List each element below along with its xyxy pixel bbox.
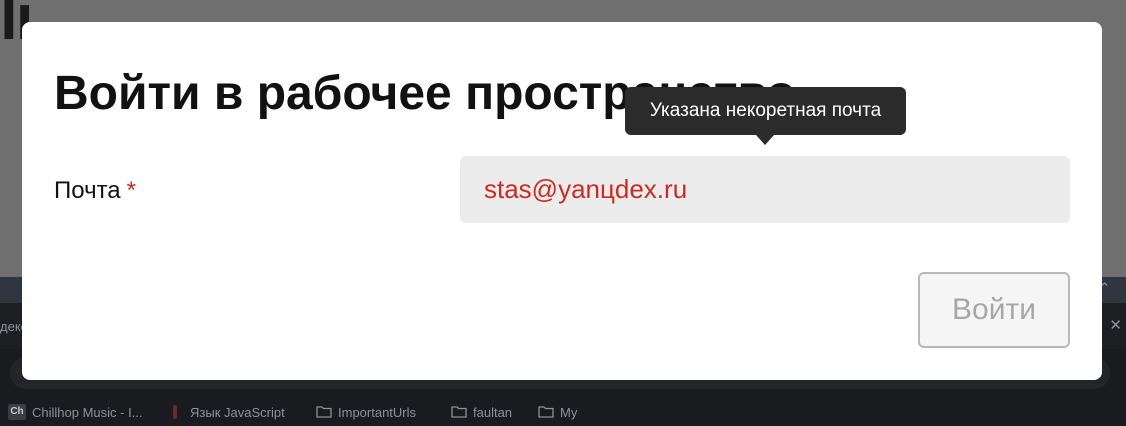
javascript-favicon	[168, 405, 184, 419]
tooltip-arrow	[756, 135, 774, 145]
bookmarks-bar: Ch Chillhop Music - I... Язык JavaScript…	[0, 395, 1126, 426]
bookmark-javascript: Язык JavaScript	[168, 403, 285, 421]
bookmark-label: faultan	[473, 404, 513, 420]
login-dialog: Войти в рабочее пространство Почта* Указ…	[22, 22, 1102, 380]
close-icon: ✕	[1109, 317, 1122, 334]
bookmark-folder-faultan: faultan	[451, 403, 512, 421]
bookmark-folder-importanturls: ImportantUrls	[316, 403, 416, 421]
bookmark-folder-my: My	[538, 403, 577, 421]
login-button[interactable]: Войти	[918, 272, 1070, 348]
bookmark-label: ImportantUrls	[338, 404, 417, 420]
email-input[interactable]	[460, 156, 1070, 223]
chillhop-favicon: Ch	[8, 404, 26, 420]
folder-icon	[316, 405, 332, 419]
folder-icon	[538, 405, 554, 419]
bookmark-label: Chillhop Music - I...	[32, 404, 143, 420]
validation-tooltip: Указана некоретная почта	[625, 87, 906, 135]
folder-icon	[451, 405, 467, 419]
required-asterisk: *	[126, 177, 136, 204]
bookmark-label: My	[560, 404, 578, 420]
bookmark-label: Язык JavaScript	[190, 404, 285, 420]
email-label-text: Почта	[54, 177, 121, 204]
bookmark-chillhop: Ch Chillhop Music - I...	[8, 403, 143, 421]
email-field-label: Почта *	[54, 176, 136, 206]
